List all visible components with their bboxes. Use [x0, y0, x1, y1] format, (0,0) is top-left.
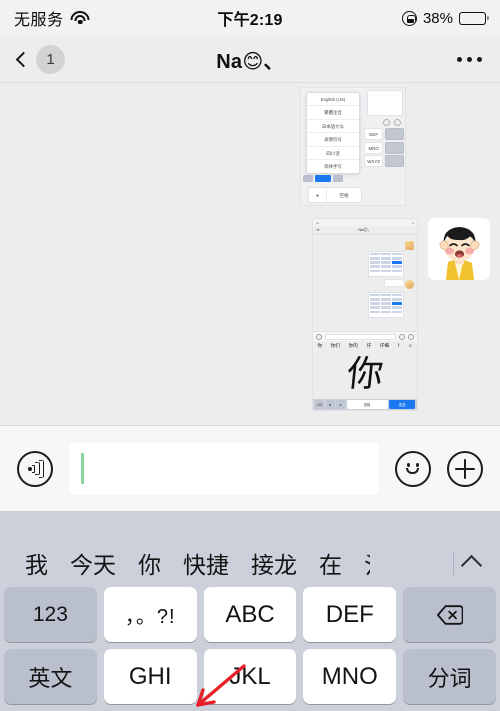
thumb-key-fn — [384, 155, 404, 167]
chat-message-row: English (US) 繁體注音 日本語かな 表情符号 四川话 简体手写 DE… — [0, 87, 500, 206]
key-ghi[interactable]: GHI — [103, 649, 197, 704]
chevron-up-icon[interactable] — [456, 553, 486, 577]
keyboard-language-menu-screenshot[interactable]: English (US) 繁體注音 日本語かな 表情符号 四川话 简体手写 DE… — [300, 87, 406, 206]
wifi-icon — [70, 11, 90, 25]
more-dots-icon[interactable] — [457, 56, 482, 62]
status-bar-right: 38% — [401, 9, 489, 27]
language-item: 繁體注音 — [307, 106, 359, 120]
thumb-key-send: 发送 — [389, 400, 415, 409]
prediction-item[interactable]: 你 — [127, 546, 172, 580]
thumb-status-bar: ▪▪▪ ▪▪ — [313, 219, 417, 226]
battery-percent-label: 38% — [422, 9, 453, 27]
language-item: 日本語かな — [307, 120, 359, 134]
key-english[interactable]: 英文 — [4, 649, 97, 704]
key-punctuation[interactable]: ，。?! — [103, 587, 197, 642]
thumb-keypad: DEF MNO WXYZ — [364, 128, 404, 204]
keyboard-row: 123 ，。?! ABC DEF — [4, 587, 496, 642]
thumb-key: MNO — [364, 141, 384, 154]
thumb-key: DEF — [364, 128, 384, 140]
emoji-smiley-icon[interactable] — [395, 450, 431, 487]
candidate: ☺ — [407, 343, 413, 348]
candidate: 你 — [317, 342, 322, 348]
thumb-key-fn — [384, 128, 404, 140]
candidate: 你的 — [348, 342, 358, 348]
thumb-mini-grid — [367, 90, 403, 116]
thumbnail-content: English (US) 繁體注音 日本語かな 表情符号 四川话 简体手写 DE… — [301, 88, 405, 205]
prediction-bar: 我 今天 你 快捷 接龙 在 氵 — [0, 539, 500, 587]
prediction-item[interactable]: 今天 — [59, 546, 127, 580]
key-jkl[interactable]: JKL — [203, 649, 297, 704]
key-segment[interactable]: 分词 — [403, 649, 496, 704]
candidate: 仔 — [366, 342, 372, 348]
status-bar: 无服务 下午2:19 38% — [0, 0, 500, 36]
back-button[interactable]: 1 — [15, 44, 65, 74]
chat-message-list[interactable]: English (US) 繁體注音 日本語かな 表情符号 四川话 简体手写 DE… — [0, 83, 500, 425]
language-item: 简体手写 — [324, 163, 342, 169]
thumb-nav-bar: ‹● Na😊、 — [313, 226, 417, 235]
thumb-key-123: 123 — [315, 400, 324, 409]
thumb-nav-title: Na😊、 — [358, 227, 372, 232]
thumb-chat-body — [313, 235, 417, 329]
prediction-divider — [453, 551, 454, 575]
message-input-bar — [0, 425, 500, 511]
handwritten-character: 你 — [344, 353, 386, 395]
page-title: Na😊、 — [216, 50, 284, 73]
phone-screen: 无服务 下午2:19 38% 1 Na😊、 English (US) 繁體注音 … — [0, 0, 500, 711]
language-list: English (US) 繁體注音 日本語かな 表情符号 四川话 简体手写 — [306, 92, 360, 175]
thumb-bottom-bar: 123 ⊕ ● 退格 发送 — [313, 399, 417, 410]
candidate: f — [397, 343, 400, 348]
maruko-chan-sticker[interactable] — [428, 218, 490, 280]
status-bar-left: 无服务 — [14, 6, 90, 30]
language-item: English (US) — [307, 93, 359, 107]
thumb-key-fn — [384, 141, 404, 154]
prediction-item[interactable]: 快捷 — [172, 546, 240, 580]
rotation-lock-icon — [401, 10, 417, 26]
handwriting-chat-screenshot[interactable]: ▪▪▪ ▪▪ ‹● Na😊、 你 你们 你的 仔 仔细 f ☺ 你 123 ⊕ … — [312, 218, 418, 411]
keyboard-rows: 123 ，。?! ABC DEF 英文 GHI JKL MNO 分词 — [0, 587, 500, 704]
language-item: 四川话 — [307, 147, 359, 160]
plus-icon[interactable] — [447, 450, 483, 487]
nav-bar: 1 Na😊、 — [0, 36, 500, 83]
prediction-item[interactable]: 我 — [14, 546, 59, 580]
thumb-key-mic: ● — [336, 400, 345, 409]
candidate: 你们 — [330, 342, 340, 348]
language-item: 表情符号 — [307, 133, 359, 147]
keyboard: 我 今天 你 快捷 接龙 在 氵 123 ，。?! ABC DEF — [0, 511, 500, 711]
keyboard-row: 英文 GHI JKL MNO 分词 — [4, 649, 496, 704]
key-def[interactable]: DEF — [303, 587, 397, 642]
voice-input-icon[interactable] — [17, 450, 53, 487]
thumb-space-row: ● 空格 — [308, 187, 362, 203]
thumb-mic-key: ● — [309, 188, 327, 202]
candidate: 仔细 — [379, 342, 390, 348]
chevron-left-icon — [15, 51, 32, 67]
thumb-space-key: 空格 — [339, 193, 349, 198]
carrier-label: 无服务 — [14, 12, 64, 29]
prediction-items: 我 今天 你 快捷 接龙 在 氵 — [14, 546, 451, 580]
key-abc[interactable]: ABC — [203, 587, 297, 642]
text-caret — [81, 453, 84, 484]
thumb-key-globe: ⊕ — [325, 400, 335, 409]
backspace-icon — [436, 604, 463, 625]
prediction-item[interactable]: 在 — [308, 546, 353, 580]
thumb-key: WXYZ — [364, 155, 384, 167]
key-123[interactable]: 123 — [4, 587, 97, 642]
thumb-key-backspace: 退格 — [346, 400, 388, 409]
prediction-item[interactable]: 接龙 — [240, 546, 308, 580]
thumb-candidate-bar: 你 你们 你的 仔 仔细 f ☺ — [313, 341, 417, 350]
thumb-handwriting-pad: 你 — [313, 350, 417, 399]
thumb-switch-row — [303, 175, 365, 182]
message-input-field[interactable] — [69, 442, 379, 495]
thumbnail-content: ▪▪▪ ▪▪ ‹● Na😊、 你 你们 你的 仔 仔细 f ☺ 你 123 ⊕ … — [313, 219, 417, 410]
chat-message-row: ▪▪▪ ▪▪ ‹● Na😊、 你 你们 你的 仔 仔细 f ☺ 你 123 ⊕ … — [0, 218, 500, 411]
prediction-item[interactable]: 氵 — [353, 546, 370, 580]
battery-icon — [459, 11, 489, 25]
unread-badge[interactable]: 1 — [36, 44, 65, 74]
key-backspace[interactable] — [403, 587, 496, 642]
thumb-input-bar — [313, 331, 417, 341]
thumb-circle-icons — [383, 119, 401, 126]
key-mno[interactable]: MNO — [303, 649, 397, 704]
